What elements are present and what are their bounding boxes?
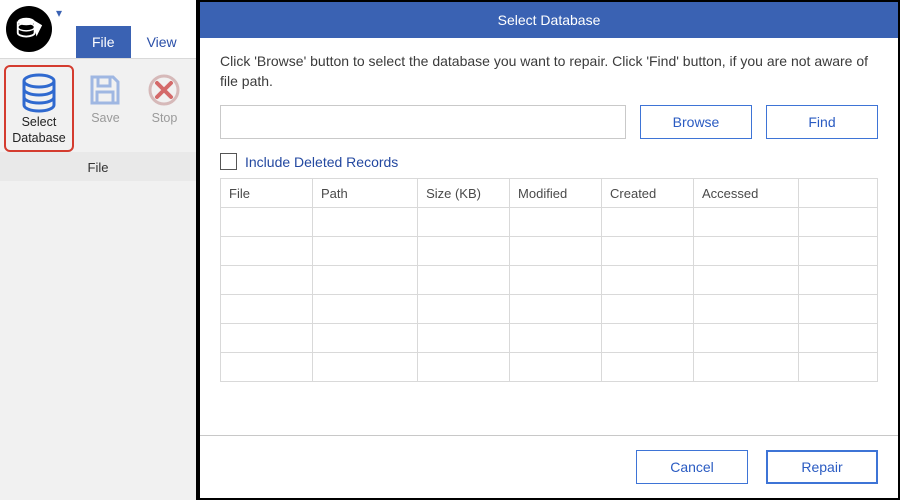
- tab-file[interactable]: File: [76, 26, 131, 58]
- save-button[interactable]: Save: [78, 65, 133, 152]
- save-icon: [87, 72, 123, 108]
- col-file[interactable]: File: [221, 179, 313, 208]
- app-logo: [0, 2, 56, 58]
- database-shield-icon: [14, 14, 44, 44]
- ribbon-group-label: File: [0, 152, 196, 181]
- quick-access-toggle-icon[interactable]: ▾: [56, 0, 76, 20]
- col-modified[interactable]: Modified: [510, 179, 602, 208]
- ribbon-tabs: File View: [76, 0, 193, 58]
- cancel-button[interactable]: Cancel: [636, 450, 748, 484]
- stop-label: Stop: [152, 111, 178, 127]
- table-row[interactable]: [221, 208, 878, 237]
- col-accessed[interactable]: Accessed: [693, 179, 798, 208]
- database-path-input[interactable]: [220, 105, 626, 139]
- results-table: File Path Size (KB) Modified Created Acc…: [220, 178, 878, 382]
- col-path[interactable]: Path: [312, 179, 417, 208]
- dialog-title: Select Database: [200, 2, 898, 38]
- col-spacer: [799, 179, 878, 208]
- repair-button[interactable]: Repair: [766, 450, 878, 484]
- tab-view[interactable]: View: [131, 26, 193, 58]
- table-row[interactable]: [221, 266, 878, 295]
- include-deleted-checkbox[interactable]: [220, 153, 237, 170]
- select-database-label-1: Select: [22, 115, 57, 131]
- col-created[interactable]: Created: [602, 179, 694, 208]
- ribbon-group-file: Select Database Save: [0, 58, 196, 181]
- include-deleted-label: Include Deleted Records: [245, 154, 398, 170]
- col-size[interactable]: Size (KB): [418, 179, 510, 208]
- select-database-button[interactable]: Select Database: [4, 65, 74, 152]
- browse-button[interactable]: Browse: [640, 105, 752, 139]
- select-database-dialog: Select Database Click 'Browse' button to…: [198, 0, 900, 500]
- dialog-footer: Cancel Repair: [200, 435, 898, 498]
- ribbon: ▾ File View Select: [0, 0, 198, 500]
- stop-icon: [146, 72, 182, 108]
- find-button[interactable]: Find: [766, 105, 878, 139]
- database-icon: [20, 73, 58, 115]
- table-row[interactable]: [221, 353, 878, 382]
- dialog-instruction: Click 'Browse' button to select the data…: [220, 52, 878, 91]
- ribbon-header: ▾ File View: [0, 0, 196, 58]
- table-row[interactable]: [221, 295, 878, 324]
- save-label: Save: [91, 111, 120, 127]
- table-row[interactable]: [221, 237, 878, 266]
- select-database-label-2: Database: [12, 131, 66, 147]
- table-row[interactable]: [221, 324, 878, 353]
- stop-button[interactable]: Stop: [137, 65, 192, 152]
